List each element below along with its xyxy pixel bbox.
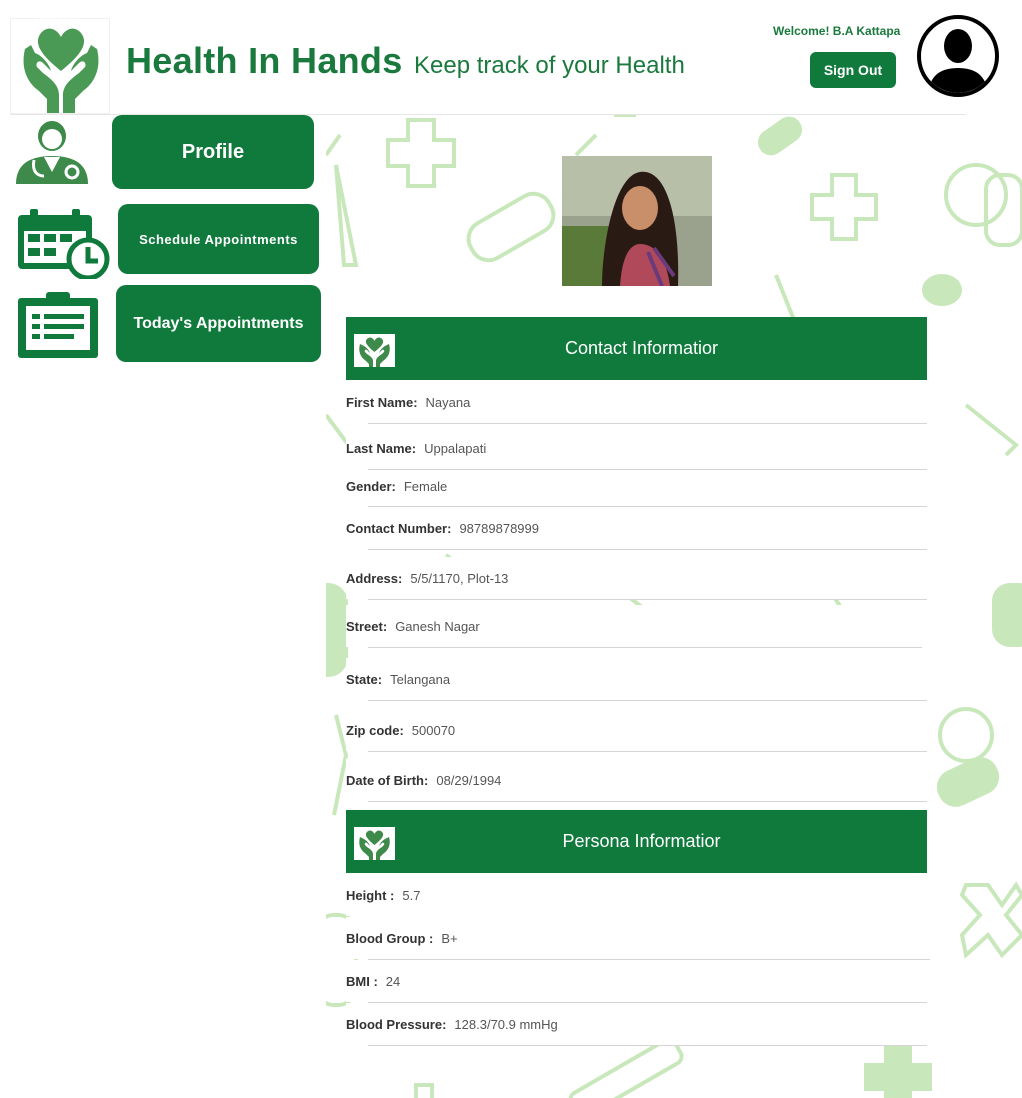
field-divider: [368, 801, 927, 802]
field-divider: [368, 751, 927, 752]
nav-schedule-appointments-button[interactable]: Schedule Appointments: [118, 204, 319, 274]
doctor-icon: [14, 120, 92, 186]
personal-field-row: Blood Group : B+: [346, 917, 927, 959]
sign-out-button[interactable]: Sign Out: [810, 52, 896, 88]
field-label: Last Name:: [346, 440, 417, 456]
contact-field-row: Last Name: Uppalapati: [346, 427, 927, 469]
field-value: Female: [403, 478, 448, 494]
field-label: BMI :: [346, 973, 378, 989]
field-divider: [368, 506, 927, 507]
brand-tagline: Keep track of your Health: [414, 52, 685, 79]
field-label: Blood Group :: [346, 930, 434, 946]
contact-info-title: Contact Informatior: [564, 338, 719, 358]
app-logo: [10, 18, 110, 114]
field-label: State:: [346, 671, 383, 687]
field-value: B+: [441, 930, 458, 946]
hands-heart-icon: [23, 28, 99, 113]
field-value: 98789878999: [459, 520, 539, 536]
field-divider: [368, 549, 927, 550]
personal-field-row: Height : 5.7: [346, 874, 927, 916]
field-value: Nayana: [425, 394, 471, 410]
field-value: 500070: [411, 722, 456, 738]
field-divider: [368, 647, 922, 648]
contact-field-row: Address: 5/5/1170, Plot-13: [346, 557, 927, 599]
contact-field-row: Street: Ganesh Nagar: [346, 605, 927, 647]
profile-photo: [562, 156, 712, 286]
field-label: Street:: [346, 618, 388, 634]
personal-field-row: BMI : 24: [346, 960, 927, 1002]
clipboard-icon: [16, 290, 100, 360]
field-value: 08/29/1994: [436, 772, 502, 788]
field-label: Gender:: [346, 478, 396, 494]
nav-todays-appointments-button[interactable]: Today's Appointments: [116, 285, 321, 362]
field-divider: [368, 423, 927, 424]
field-value: 24: [385, 973, 401, 989]
field-label: Height :: [346, 887, 395, 903]
field-label: Blood Pressure:: [346, 1016, 447, 1032]
field-divider: [368, 599, 927, 600]
field-divider: [368, 1045, 927, 1046]
field-value: 5.7: [402, 887, 421, 903]
field-value: 5/5/1170, Plot-13: [410, 570, 509, 586]
field-label: Zip code:: [346, 722, 404, 738]
contact-info-header: Contact Informatior: [346, 317, 927, 380]
field-value: Ganesh Nagar: [395, 618, 480, 634]
field-label: Address:: [346, 570, 403, 586]
field-divider: [368, 700, 927, 701]
personal-field-row: Blood Pressure: 128.3/70.9 mmHg: [346, 1003, 927, 1045]
field-value: Uppalapati: [424, 440, 487, 456]
field-label: Contact Number:: [346, 520, 452, 536]
calendar-clock-icon: [16, 207, 112, 281]
personal-info-title: Persona Informatior: [562, 831, 721, 851]
nav-profile-button[interactable]: Profile: [112, 115, 314, 189]
contact-field-row: Date of Birth: 08/29/1994: [346, 759, 927, 801]
logo-overlay-text: Health In: [34, 12, 79, 24]
user-silhouette-icon: [917, 15, 999, 97]
field-value: Telangana: [390, 671, 451, 687]
contact-field-row: First Name: Nayana: [346, 381, 927, 423]
user-avatar[interactable]: [916, 14, 1000, 98]
welcome-text: Welcome! B.A Kattapa: [773, 24, 901, 38]
field-divider: [368, 469, 927, 470]
field-value: 128.3/70.9 mmHg: [454, 1016, 558, 1032]
personal-info-header: Persona Informatior: [346, 810, 927, 873]
field-label: Date of Birth:: [346, 772, 429, 788]
contact-field-row: Zip code: 500070: [346, 709, 927, 751]
contact-field-row: State: Telangana: [346, 658, 927, 700]
field-label: First Name:: [346, 394, 418, 410]
contact-field-row: Gender: Female: [346, 471, 927, 501]
brand-title: Health In Hands: [126, 40, 403, 81]
contact-field-row: Contact Number: 98789878999: [346, 508, 927, 548]
